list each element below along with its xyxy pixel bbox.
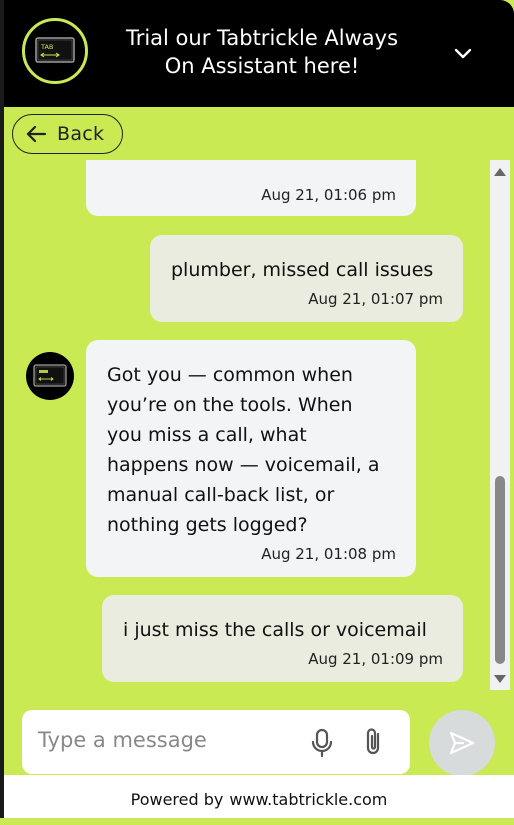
send-icon <box>449 731 475 755</box>
arrow-left-icon <box>26 125 47 143</box>
keyboard-key-icon: TAB <box>35 37 75 63</box>
message-list[interactable]: Aug 21, 01:06 pm plumber, missed call is… <box>4 160 490 690</box>
message-text: plumber, missed call issues <box>171 259 434 281</box>
microphone-icon <box>311 728 333 758</box>
bot-message: Got you — common when you’re on the tool… <box>86 340 416 577</box>
brand-logo: TAB <box>22 18 88 84</box>
back-button[interactable]: Back <box>12 114 123 154</box>
message-timestamp: Aug 21, 01:09 pm <box>308 650 443 668</box>
footer: Powered by www.tabtrickle.com <box>4 775 514 818</box>
message-timestamp: Aug 21, 01:06 pm <box>261 186 396 204</box>
header-title-line-1: Trial our Tabtrickle Always <box>125 26 399 50</box>
message-timestamp: Aug 21, 01:07 pm <box>308 290 443 308</box>
message-line: manual call-back list, or <box>107 484 335 506</box>
message-line: Got you — common when <box>107 364 353 386</box>
message-line: you’re on the tools. When <box>107 394 353 416</box>
message-input[interactable]: Type a message <box>22 710 410 774</box>
message-text: i just miss the calls or voicemail <box>123 619 427 641</box>
chevron-down-icon <box>454 48 472 59</box>
message-line: happens now — voicemail, a <box>107 454 380 476</box>
scroll-up-arrow-icon[interactable] <box>494 168 506 176</box>
back-label: Back <box>57 123 105 145</box>
scroll-thumb[interactable] <box>495 476 505 664</box>
voice-input-button[interactable] <box>310 728 334 762</box>
powered-by-text: Powered by <box>130 790 224 809</box>
message-line: nothing gets logged? <box>107 514 308 536</box>
message-timestamp: Aug 21, 01:08 pm <box>261 545 396 563</box>
collapse-button[interactable] <box>444 34 482 72</box>
bot-avatar <box>26 352 74 400</box>
message-input-placeholder: Type a message <box>38 728 207 752</box>
message-text: Got you — common when you’re on the tool… <box>107 360 379 540</box>
message-line: you miss a call, what <box>107 424 307 446</box>
header-title-line-2: On Assistant here! <box>164 54 360 78</box>
bot-message: Aug 21, 01:06 pm <box>86 160 416 216</box>
send-button[interactable] <box>429 710 495 776</box>
footer-link[interactable]: www.tabtrickle.com <box>229 790 387 809</box>
scrollbar[interactable] <box>490 160 510 690</box>
logo-text: TAB <box>40 43 53 51</box>
user-message: i just miss the calls or voicemail Aug 2… <box>102 595 463 682</box>
attach-file-button[interactable] <box>362 726 386 762</box>
keyboard-key-icon <box>33 364 67 387</box>
chat-header: TAB Trial our Tabtrickle Always On Assis… <box>4 0 514 107</box>
user-message: plumber, missed call issues Aug 21, 01:0… <box>150 235 463 322</box>
header-title: Trial our Tabtrickle Always On Assistant… <box>100 24 424 80</box>
paperclip-icon <box>366 728 380 755</box>
scroll-down-arrow-icon[interactable] <box>494 675 506 683</box>
